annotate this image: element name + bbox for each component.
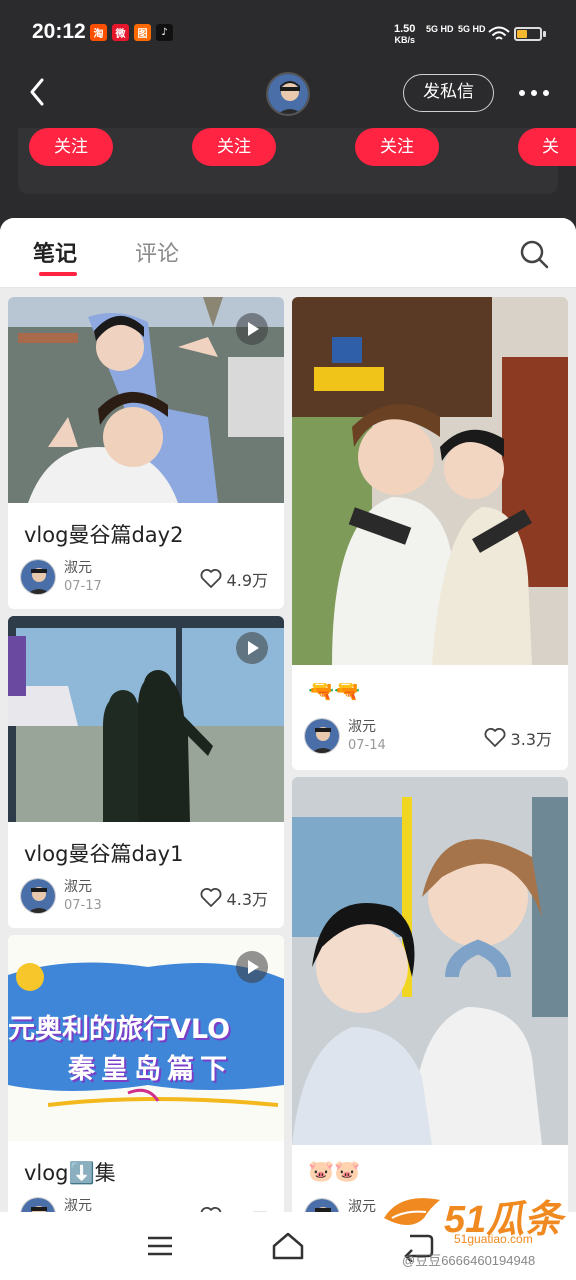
- like-count-value: 4.9万: [226, 571, 268, 590]
- watermark-logo-icon: [384, 1198, 440, 1225]
- author-name: 淑元: [64, 560, 92, 576]
- network-speed: 1.50 KB/s: [394, 24, 415, 46]
- note-title: vlog⬇️集: [24, 1161, 116, 1185]
- author-avatar: [304, 718, 340, 754]
- network-speed-unit: KB/s: [394, 35, 415, 45]
- watermark-weibo-id: @豆豆6666460194948: [402, 1253, 536, 1268]
- note-title: vlog曼谷篇day2: [24, 523, 184, 547]
- note-title: 🔫🔫: [308, 679, 361, 703]
- status-time: 20:12: [32, 20, 86, 43]
- signal-label-1: 5G HD: [426, 24, 454, 34]
- cover-text-line-2: 秦皇岛篇下: [68, 1054, 233, 1085]
- follow-button[interactable]: 关注: [29, 128, 113, 166]
- network-speed-value: 1.50: [394, 23, 416, 35]
- author-avatar: [20, 559, 56, 595]
- post-date: 07-13: [64, 898, 102, 913]
- post-date: 07-17: [64, 579, 102, 594]
- heart-icon: [200, 888, 222, 907]
- recent-apps-icon[interactable]: [142, 1230, 178, 1262]
- note-cover-image: 元奥利的旅行VLO 秦皇岛篇下: [8, 935, 284, 1141]
- post-date: 07-14: [348, 738, 386, 753]
- follow-button[interactable]: 关: [518, 128, 576, 166]
- signal-label-2: 5G HD: [458, 24, 486, 34]
- like-count[interactable]: 4.3万: [200, 886, 268, 910]
- weibo-app-icon: 微: [112, 24, 129, 41]
- wifi-icon: [488, 26, 510, 40]
- back-icon[interactable]: [20, 72, 60, 112]
- video-play-icon: [236, 313, 268, 345]
- note-card[interactable]: 🔫🔫 淑元 07-14 3.3万: [292, 297, 568, 770]
- send-message-button[interactable]: 发私信: [403, 74, 494, 112]
- search-icon[interactable]: [518, 238, 550, 270]
- battery-icon: [514, 27, 542, 41]
- like-count-value: 3.3万: [510, 730, 552, 749]
- video-play-icon: [236, 951, 268, 983]
- note-card[interactable]: 🐷🐷 淑元: [292, 777, 568, 1218]
- tab-notes[interactable]: 笔记: [33, 236, 77, 268]
- watermark-site: 51guatiao.com: [454, 1232, 533, 1246]
- taobao-app-icon: 淘: [90, 24, 107, 41]
- note-cover-image: [8, 297, 284, 503]
- note-cover-image: [8, 616, 284, 822]
- status-bar: 20:12 淘 微 图 ♪ 1.50 KB/s 5G HD 5G HD: [0, 0, 576, 64]
- note-card[interactable]: 元奥利的旅行VLO 秦皇岛篇下 vlog⬇️集 淑元 3.7万: [8, 935, 284, 1218]
- note-card[interactable]: vlog曼谷篇day2 淑元 07-17 4.9万: [8, 297, 284, 609]
- follow-button[interactable]: 关注: [355, 128, 439, 166]
- tiktok-app-icon: ♪: [156, 24, 173, 41]
- battery-tip: [543, 31, 546, 37]
- note-title: vlog曼谷篇day1: [24, 842, 184, 866]
- notes-panel: 笔记 评论 vlog曼谷篇day2 淑元 07-17 4.9万 🔫🔫 淑元 07…: [0, 218, 576, 1218]
- note-card[interactable]: vlog曼谷篇day1 淑元 07-13 4.3万: [8, 616, 284, 928]
- cover-text-line-1: 元奥利的旅行VLO: [8, 1014, 231, 1045]
- watermark: 51瓜条 51guatiao.com @豆豆6666460194948: [380, 1184, 576, 1280]
- photo-app-icon: 图: [134, 24, 151, 41]
- notification-icons: 淘 微 图 ♪: [90, 24, 173, 41]
- author-name: 淑元: [64, 879, 92, 895]
- like-count[interactable]: 3.3万: [484, 726, 552, 750]
- note-cover-image: [292, 297, 568, 665]
- heart-icon: [484, 728, 506, 747]
- note-cover-image: [292, 777, 568, 1145]
- note-title: 🐷🐷: [308, 1159, 361, 1183]
- tab-comments[interactable]: 评论: [135, 236, 179, 268]
- active-tab-indicator: [39, 272, 77, 276]
- like-count-value: 4.3万: [226, 890, 268, 909]
- profile-avatar[interactable]: [266, 72, 310, 116]
- like-count[interactable]: 4.9万: [200, 567, 268, 591]
- home-icon[interactable]: [270, 1230, 306, 1262]
- heart-icon: [200, 569, 222, 588]
- more-options-icon[interactable]: [514, 78, 554, 108]
- author-avatar: [20, 878, 56, 914]
- profile-header: 发私信: [0, 64, 576, 128]
- content-tabs: 笔记 评论: [0, 218, 576, 288]
- follow-button[interactable]: 关注: [192, 128, 276, 166]
- video-play-icon: [236, 632, 268, 664]
- author-name: 淑元: [348, 719, 376, 735]
